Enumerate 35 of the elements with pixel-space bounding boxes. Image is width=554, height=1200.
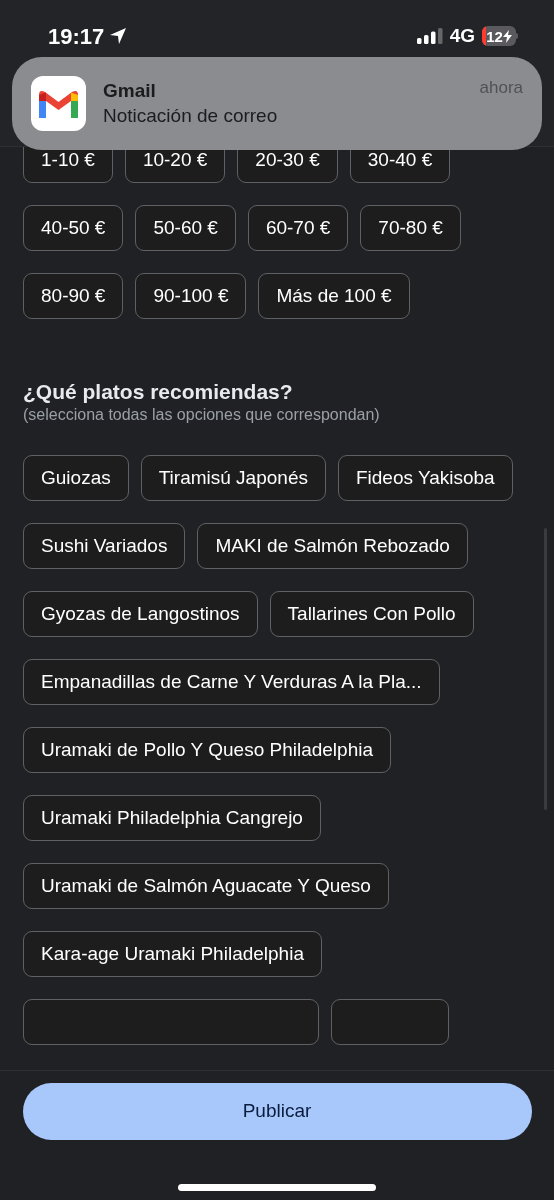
option-chip[interactable] (331, 999, 449, 1045)
option-chip[interactable]: Uramaki de Pollo Y Queso Philadelphia (23, 727, 391, 773)
notification-app-name: Gmail (103, 78, 157, 103)
question-hint: (selecciona todas las opciones que correspondan) (23, 405, 381, 425)
option-chip[interactable]: Guiozas (23, 455, 129, 501)
option-chip[interactable]: Sushi Variados (23, 523, 186, 569)
notification-message: Noticación de correo (103, 103, 279, 128)
option-chip[interactable]: 1-10 € (23, 147, 113, 183)
option-chip[interactable]: 90-100 € (135, 273, 247, 319)
option-chip[interactable]: 40-50 € (23, 205, 124, 251)
option-chip[interactable]: MAKI de Salmón Rebozado (197, 523, 468, 569)
option-chip[interactable]: 70-80 € (360, 205, 461, 251)
location-arrow-icon (108, 26, 129, 46)
option-chip[interactable]: 60-70 € (247, 205, 349, 251)
option-chip[interactable]: Más de 100 € (258, 273, 410, 319)
signal-icon (416, 28, 443, 44)
option-chip[interactable]: 80-90 € (23, 273, 124, 319)
notification-time: ahora (479, 77, 523, 99)
option-chip[interactable]: Uramaki Philadelphia Cangrejo (23, 795, 321, 841)
question-title: ¿Qué platos recomiendas? (23, 379, 294, 405)
status-time: 19:17 (48, 22, 105, 51)
publish-button[interactable]: Publicar (22, 1083, 532, 1140)
battery-icon: 12 (482, 26, 518, 46)
option-chip[interactable] (23, 999, 319, 1045)
option-chip[interactable]: Tallarines Con Pollo (269, 591, 474, 637)
option-chip[interactable]: Uramaki de Salmón Aguacate Y Queso (23, 863, 389, 909)
option-chip[interactable]: Gyozas de Langostinos (23, 591, 258, 637)
option-chip[interactable]: Kara-age Uramaki Philadelphia (23, 931, 322, 977)
network-label: 4G (449, 23, 475, 48)
gmail-app-icon (31, 76, 86, 131)
notification-banner[interactable]: Gmail Noticación de correo ahora (12, 57, 542, 150)
option-chip[interactable]: 50-60 € (135, 205, 236, 251)
option-chip[interactable]: Fideos Yakisoba (337, 455, 513, 501)
option-chip[interactable]: Tiramisú Japonés (140, 455, 326, 501)
option-chip[interactable]: Empanadillas de Carne Y Verduras A la Pla... (23, 659, 440, 705)
